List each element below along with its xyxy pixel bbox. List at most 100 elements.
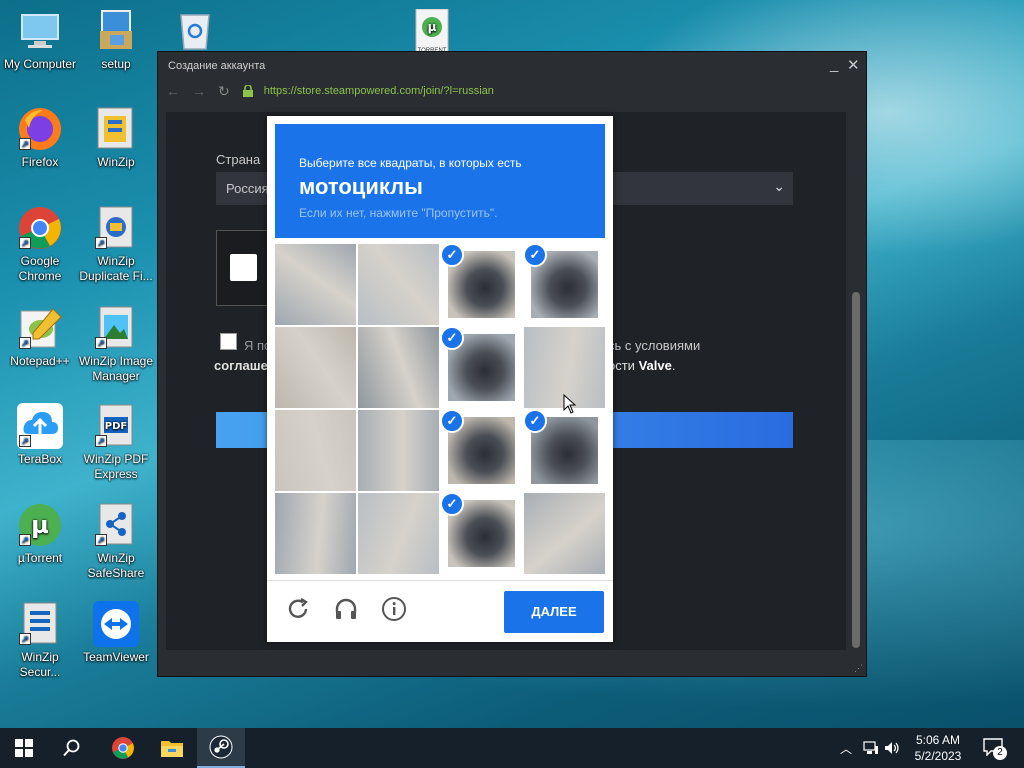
system-clock[interactable]: 5:06 AM 5/2/2023 <box>902 732 974 764</box>
agree-text-continued: сь с условиями <box>608 338 701 353</box>
windows-icon <box>15 739 33 757</box>
close-button[interactable]: ✕ <box>847 56 860 74</box>
folder-icon <box>161 741 183 757</box>
shortcut-arrow-icon: ↗ <box>19 633 31 645</box>
captcha-tile[interactable]: ✓ <box>441 244 522 325</box>
desktop-icon-winzip[interactable]: WinZip <box>76 106 156 170</box>
torrent-file-icon: µ TORRENT <box>409 8 455 54</box>
captcha-tile-image <box>275 327 356 408</box>
captcha-tile[interactable] <box>275 410 356 491</box>
captcha-tile[interactable] <box>358 410 439 491</box>
search-button[interactable] <box>48 728 96 768</box>
lock-icon <box>242 85 253 97</box>
captcha-tile[interactable] <box>275 244 356 325</box>
captcha-tile[interactable] <box>524 493 605 574</box>
desktop-icon-firefox[interactable]: ↗ Firefox <box>0 106 80 170</box>
captcha-challenge: Выберите все квадраты, в которых есть мо… <box>267 116 613 642</box>
captcha-tile[interactable] <box>358 493 439 574</box>
desktop-icon-label: µTorrent <box>17 551 63 565</box>
desktop-icon-winzip-safeshare[interactable]: ↗ WinZip SafeShare <box>76 502 156 581</box>
info-icon[interactable] <box>380 596 408 624</box>
desktop-icon-teamviewer[interactable]: TeamViewer <box>76 601 156 665</box>
desktop-icon-utorrent[interactable]: µ ↗ µTorrent <box>0 502 80 566</box>
network-icon[interactable] <box>863 741 879 755</box>
captcha-tile-image <box>358 410 439 491</box>
desktop-icon-setup[interactable]: setup <box>76 8 156 72</box>
valve-link[interactable]: Valve <box>639 358 672 373</box>
steam-icon <box>209 735 233 759</box>
captcha-checkbox[interactable] <box>230 254 257 281</box>
headphones-icon[interactable] <box>332 596 360 624</box>
winzip-safeshare-icon: ↗ <box>93 502 139 548</box>
desktop-icon-my-computer[interactable]: My Computer <box>0 8 80 72</box>
captcha-tile[interactable]: ✓ <box>441 327 522 408</box>
desktop-icon-recycle-bin[interactable] <box>155 8 235 57</box>
desktop-icon-winzip-duplicate[interactable]: ↗ WinZip Duplicate Fi... <box>76 205 156 284</box>
desktop-icon-label: TeraBox <box>17 452 63 466</box>
start-button[interactable] <box>0 728 48 768</box>
address-bar: ← → ↻ https://store.steampowered.com/joi… <box>158 80 866 102</box>
desktop-icon-label: setup <box>101 57 131 71</box>
captcha-header: Выберите все квадраты, в которых есть мо… <box>275 124 605 238</box>
desktop-icon-winzip-image-manager[interactable]: ↗ WinZip Image Manager <box>76 305 156 384</box>
utorrent-icon: µ ↗ <box>17 502 63 548</box>
search-icon <box>63 739 80 757</box>
minimize-button[interactable]: _ <box>830 56 838 73</box>
notification-center-button[interactable]: 2 <box>983 738 1007 760</box>
desktop-icon-label: WinZip Image Manager <box>78 354 154 383</box>
captcha-tile[interactable] <box>275 327 356 408</box>
captcha-tile[interactable] <box>358 327 439 408</box>
agree-checkbox[interactable] <box>220 333 237 350</box>
desktop-icon-winzip-pdf-express[interactable]: PDF ↗ WinZip PDF Express <box>76 403 156 482</box>
captcha-tile[interactable]: ✓ <box>441 410 522 491</box>
desktop-icon-label: WinZip PDF Express <box>83 452 149 481</box>
notepad-plus-plus-icon: ↗ <box>17 305 63 351</box>
desktop-icon-google-chrome[interactable]: ↗ Google Chrome <box>0 205 80 284</box>
back-arrow-icon[interactable]: ← <box>166 83 180 99</box>
chevron-down-icon: ⌄ <box>773 178 785 194</box>
chrome-icon <box>112 737 134 759</box>
svg-text:µ: µ <box>31 511 49 539</box>
scrollbar[interactable] <box>852 292 860 648</box>
taskbar-file-explorer[interactable] <box>148 728 196 768</box>
captcha-tile[interactable]: ✓ <box>441 493 522 574</box>
svg-text:PDF: PDF <box>105 421 127 432</box>
captcha-hint: Если их нет, нажмите "Пропустить". <box>299 206 498 220</box>
winzip-image-manager-icon: ↗ <box>93 305 139 351</box>
svg-text:µ: µ <box>428 20 437 34</box>
shortcut-arrow-icon: ↗ <box>19 435 31 447</box>
captcha-tile-image <box>275 244 356 325</box>
footer-divider <box>267 580 613 581</box>
refresh-icon[interactable] <box>284 596 312 624</box>
desktop-icon-label: Notepad++ <box>10 354 70 368</box>
desktop-icon-label: WinZip SafeShare <box>87 551 145 580</box>
desktop-icon-winzip-secure[interactable]: ↗ WinZip Secur... <box>0 601 80 680</box>
desktop-icon-notepad-plus-plus[interactable]: ↗ Notepad++ <box>0 305 80 369</box>
resize-grip-icon[interactable]: ⋰ <box>854 663 863 674</box>
agreement-link[interactable]: соглаше <box>214 358 268 373</box>
reload-icon[interactable]: ↻ <box>218 83 230 100</box>
taskbar-chrome[interactable] <box>99 728 147 768</box>
recycle-bin-icon <box>172 8 218 54</box>
taskbar-steam[interactable] <box>197 728 245 768</box>
firefox-icon: ↗ <box>17 106 63 152</box>
forward-arrow-icon[interactable]: → <box>192 83 206 99</box>
volume-icon[interactable] <box>884 741 900 755</box>
chevron-up-icon[interactable]: ︿ <box>840 740 852 768</box>
url-text[interactable]: https://store.steampowered.com/join/?l=r… <box>264 85 494 97</box>
desktop-icon-label: Google Chrome <box>18 254 62 283</box>
captcha-tile-image <box>275 410 356 491</box>
captcha-grid: ✓ ✓ ✓ ✓ ✓ ✓ <box>275 244 605 574</box>
privacy-text-end: . <box>671 358 676 373</box>
desktop-icon-torrent-file[interactable]: µ TORRENT <box>392 8 472 57</box>
captcha-tile[interactable]: ✓ <box>524 410 605 491</box>
captcha-tile[interactable] <box>358 244 439 325</box>
captcha-tile[interactable] <box>275 493 356 574</box>
winzip-icon <box>93 106 139 152</box>
desktop-icon-terabox[interactable]: ↗ TeraBox <box>0 403 80 467</box>
country-label: Страна <box>216 152 261 167</box>
next-button[interactable]: ДАЛЕЕ <box>504 591 604 633</box>
captcha-tile-image <box>524 493 605 574</box>
clock-date: 5/2/2023 <box>914 749 962 763</box>
captcha-tile[interactable]: ✓ <box>524 244 605 325</box>
